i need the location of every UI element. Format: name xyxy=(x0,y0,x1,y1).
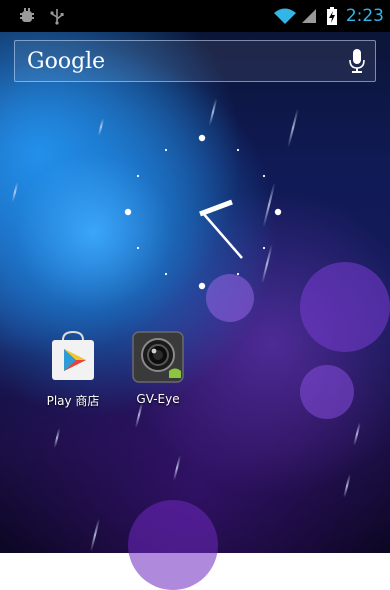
light-streak xyxy=(134,402,144,428)
app-label: Play 商店 xyxy=(46,394,100,408)
google-search-bar[interactable]: Google xyxy=(14,40,376,82)
debug-bug-icon xyxy=(18,7,36,25)
status-bar: 2:23 xyxy=(0,0,390,32)
search-label: Google xyxy=(27,48,106,74)
app-play-store[interactable]: Play 商店 xyxy=(28,330,118,409)
bokeh-orb xyxy=(300,365,354,419)
light-streak xyxy=(53,428,61,448)
play-store-icon xyxy=(46,330,100,384)
light-streak xyxy=(353,422,361,446)
camera-icon xyxy=(131,330,185,384)
light-streak xyxy=(89,518,101,552)
battery-charging-icon xyxy=(326,7,338,25)
bokeh-orb xyxy=(128,500,218,590)
light-streak xyxy=(208,98,218,126)
light-streak xyxy=(11,182,19,202)
app-label: GV-Eye xyxy=(136,392,180,406)
microphone-icon[interactable] xyxy=(349,48,375,74)
analog-clock-widget[interactable] xyxy=(112,124,292,304)
light-streak xyxy=(343,474,351,498)
status-time: 2:23 xyxy=(345,6,384,26)
cell-signal-icon xyxy=(300,7,318,25)
clock-minute-hand xyxy=(201,211,243,259)
usb-icon xyxy=(48,7,66,25)
bokeh-orb xyxy=(300,262,390,352)
light-streak xyxy=(172,455,182,481)
light-streak xyxy=(97,118,105,136)
wifi-icon xyxy=(273,7,296,25)
clock-hour-hand xyxy=(199,199,233,217)
app-gv-eye[interactable]: GV-Eye xyxy=(113,330,203,406)
